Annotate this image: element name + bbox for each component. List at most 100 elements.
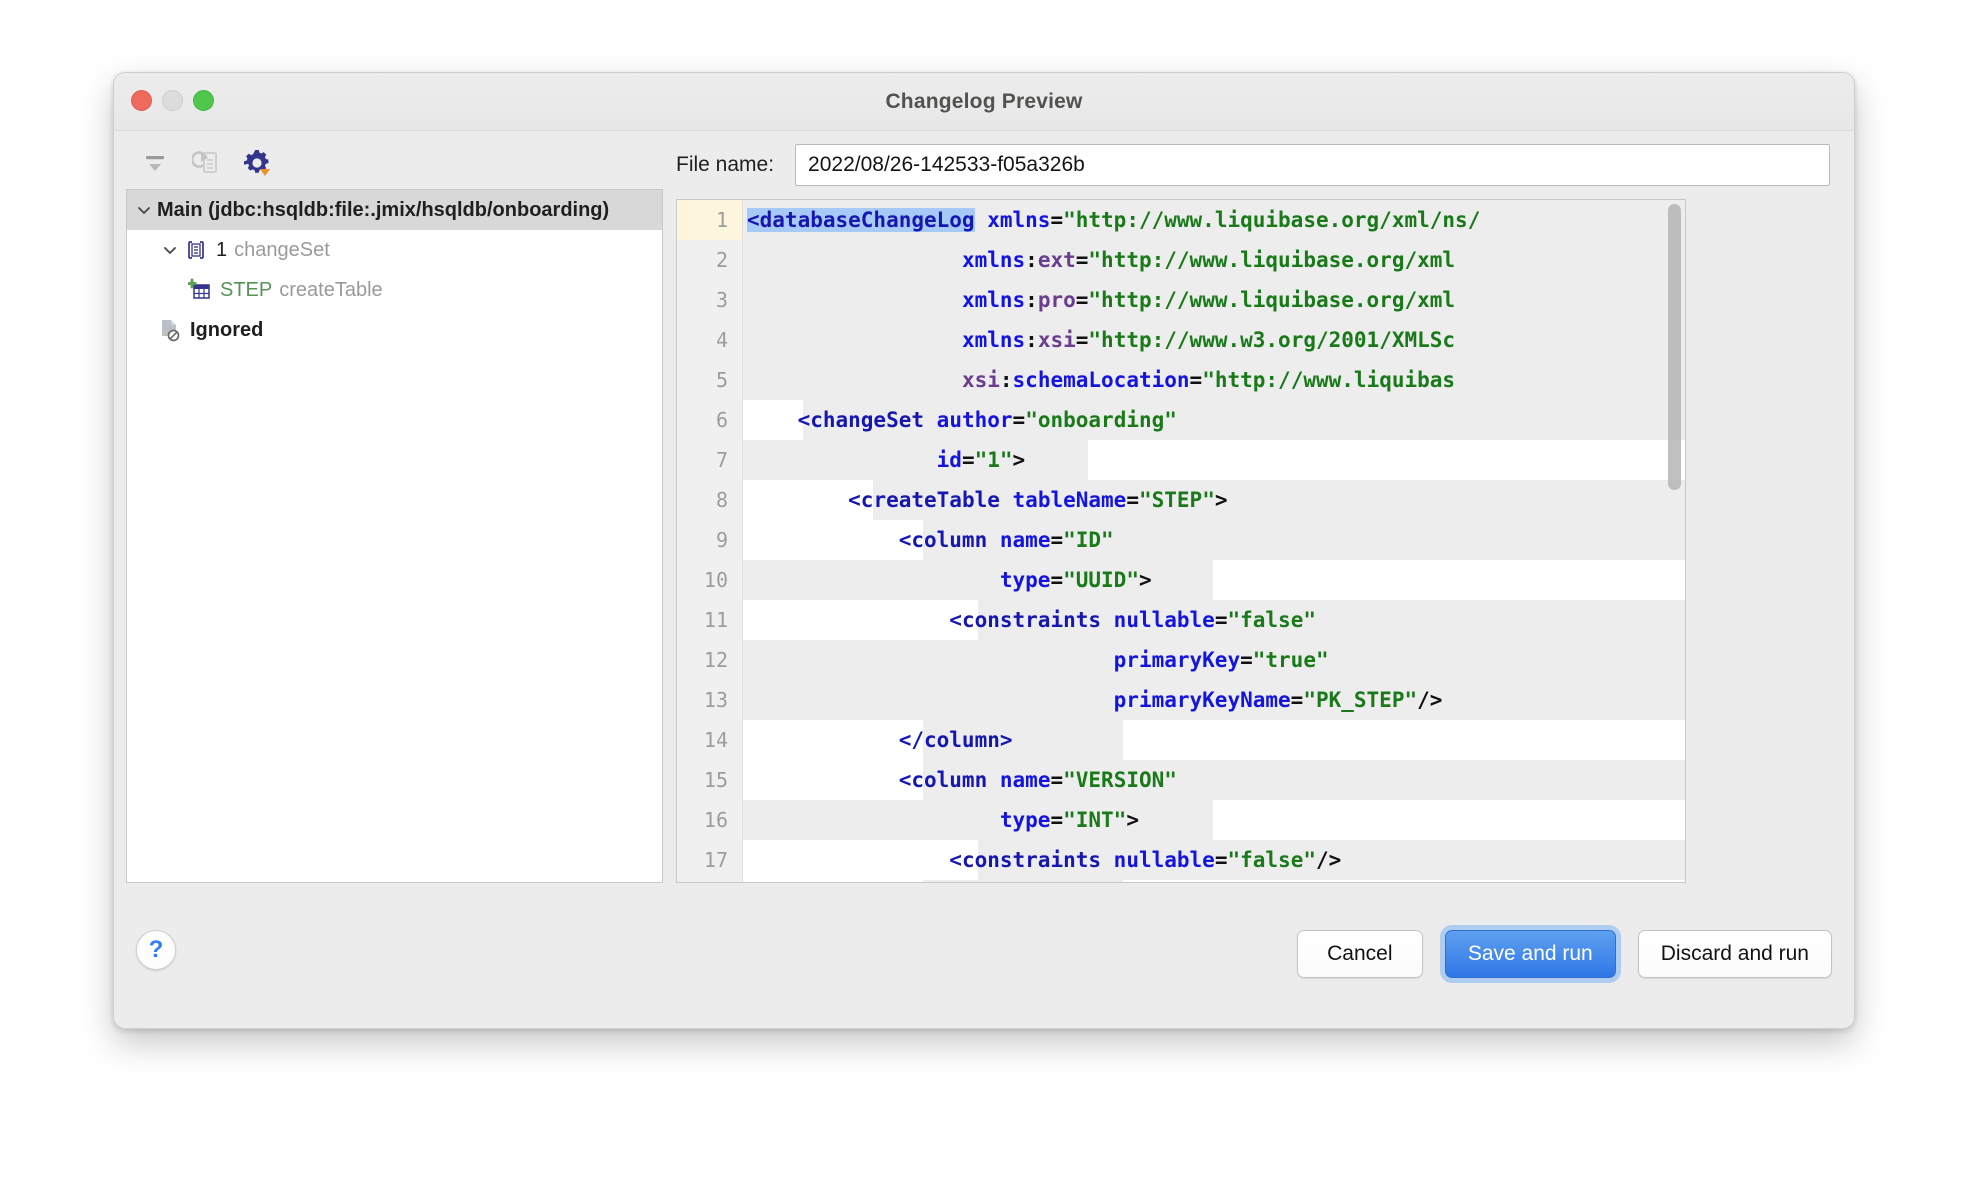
editor-code-line[interactable]: <column name="VERSION"	[743, 760, 1685, 800]
editor-code-line[interactable]: <createTable tableName="STEP">	[743, 480, 1685, 520]
editor-code-line[interactable]: </column>	[743, 880, 1685, 882]
editor-token	[747, 528, 899, 552]
tree-row-ignored-label: Ignored	[190, 319, 263, 342]
editor-token: xsi	[962, 368, 1000, 392]
editor-code-line[interactable]: type="UUID">	[743, 560, 1685, 600]
undo-arrow-icon[interactable]	[1848, 145, 1855, 187]
editor-code-line[interactable]: xmlns:pro="http://www.liquibase.org/xml	[743, 280, 1685, 320]
chevron-down-icon[interactable]	[131, 202, 157, 218]
save-and-run-button[interactable]: Save and run	[1445, 930, 1616, 978]
editor-line-number: 5	[677, 360, 742, 400]
editor-token	[987, 528, 1000, 552]
editor-token: "1"	[975, 448, 1013, 472]
editor-token: =	[1076, 248, 1089, 272]
editor-token	[1000, 488, 1013, 512]
file-name-input[interactable]	[795, 144, 1830, 186]
changeset-label: changeSet	[234, 239, 330, 262]
editor-token: name	[1000, 528, 1051, 552]
editor-code-area[interactable]: <databaseChangeLog xmlns="http://www.liq…	[743, 200, 1685, 882]
editor-token: "STEP"	[1139, 488, 1215, 512]
editor-token: primaryKeyName	[1114, 688, 1291, 712]
editor-line-text: <constraints nullable="false"	[743, 600, 1316, 640]
dialog-footer: ? Cancel Save and run Discard and run	[114, 888, 1854, 1028]
editor-line-text: <createTable tableName="STEP">	[743, 480, 1228, 520]
editor-code-line[interactable]: <changeSet author="onboarding"	[743, 400, 1685, 440]
editor-line-numbers: 123456789101112131415161718	[677, 200, 743, 882]
revert-changes-icon[interactable]	[191, 148, 221, 178]
editor-code-line[interactable]: id="1">	[743, 440, 1685, 480]
changelog-xml-editor[interactable]: 123456789101112131415161718 <databaseCha…	[676, 199, 1686, 883]
editor-token: pro	[1038, 288, 1076, 312]
editor-code-line[interactable]: xsi:schemaLocation="http://www.liquibas	[743, 360, 1685, 400]
editor-code-line[interactable]: type="INT">	[743, 800, 1685, 840]
editor-token: :	[1000, 368, 1013, 392]
editor-token	[747, 848, 949, 872]
file-name-row: File name:	[676, 143, 1830, 187]
help-button[interactable]: ?	[136, 930, 176, 970]
editor-token: primaryKey	[1114, 648, 1240, 672]
editor-token: author	[937, 408, 1013, 432]
changelog-tree[interactable]: Main (jdbc:hsqldb:file:.jmix/hsqldb/onbo…	[126, 189, 663, 883]
editor-code-line[interactable]: <column name="ID"	[743, 520, 1685, 560]
editor-code-line[interactable]: primaryKey="true"	[743, 640, 1685, 680]
editor-token: "false"	[1227, 608, 1316, 632]
editor-line-text: <changeSet author="onboarding"	[743, 400, 1177, 440]
editor-code-line[interactable]: <constraints nullable="false"	[743, 600, 1685, 640]
editor-line-text: xsi:schemaLocation="http://www.liquibas	[743, 360, 1455, 400]
step-table-name: STEP	[220, 279, 272, 302]
editor-token: "PK_STEP"	[1303, 688, 1417, 712]
editor-token: xmlns	[987, 208, 1050, 232]
editor-code-line[interactable]: <constraints nullable="false"/>	[743, 840, 1685, 880]
editor-token: =	[1291, 688, 1304, 712]
editor-token: <constraints	[949, 608, 1101, 632]
tree-row-ignored[interactable]: Ignored	[127, 310, 662, 350]
editor-line-number: 11	[677, 600, 742, 640]
cancel-button[interactable]: Cancel	[1297, 930, 1423, 978]
editor-line-text: xmlns:pro="http://www.liquibase.org/xml	[743, 280, 1455, 320]
editor-token: =	[1076, 328, 1089, 352]
editor-token: "http://www.w3.org/2001/XMLSc	[1088, 328, 1455, 352]
editor-token: :	[1025, 288, 1038, 312]
editor-line-text: xmlns:xsi="http://www.w3.org/2001/XMLSc	[743, 320, 1455, 360]
editor-code-line[interactable]: <databaseChangeLog xmlns="http://www.liq…	[743, 200, 1685, 240]
editor-token: "UUID"	[1063, 568, 1139, 592]
editor-token: type	[1000, 568, 1051, 592]
editor-line-text: type="UUID">	[743, 560, 1152, 600]
editor-code-line[interactable]: xmlns:xsi="http://www.w3.org/2001/XMLSc	[743, 320, 1685, 360]
editor-token	[747, 728, 899, 752]
editor-token: />	[1316, 848, 1341, 872]
collapse-all-icon[interactable]	[140, 148, 170, 178]
editor-token: nullable	[1114, 608, 1215, 632]
editor-line-number: 12	[677, 640, 742, 680]
discard-and-run-button[interactable]: Discard and run	[1638, 930, 1832, 978]
window-titlebar[interactable]: Changelog Preview	[114, 73, 1854, 131]
tree-row-changeset[interactable]: 1 changeSet	[127, 230, 662, 270]
editor-code-line[interactable]: primaryKeyName="PK_STEP"/>	[743, 680, 1685, 720]
editor-vertical-scrollbar[interactable]	[1668, 204, 1681, 490]
editor-line-number: 9	[677, 520, 742, 560]
window-title: Changelog Preview	[114, 90, 1854, 114]
settings-gear-icon[interactable]	[242, 148, 272, 178]
editor-token: >	[1215, 488, 1228, 512]
editor-line-text: </column>	[743, 880, 1013, 882]
editor-token	[747, 568, 1000, 592]
changeset-icon	[183, 238, 209, 262]
tree-row-main[interactable]: Main (jdbc:hsqldb:file:.jmix/hsqldb/onbo…	[127, 190, 662, 230]
editor-token: "VERSION"	[1063, 768, 1177, 792]
editor-token	[747, 808, 1000, 832]
editor-token: name	[1000, 768, 1051, 792]
editor-token: id	[937, 448, 962, 472]
editor-token: =	[1215, 848, 1228, 872]
tree-row-step-createtable[interactable]: STEP createTable	[127, 270, 662, 310]
editor-token	[747, 248, 962, 272]
editor-token	[975, 208, 988, 232]
editor-line-number: 7	[677, 440, 742, 480]
editor-line-text: <column name="VERSION"	[743, 760, 1177, 800]
chevron-down-icon[interactable]	[157, 242, 183, 258]
editor-line-number: 18	[677, 880, 742, 883]
editor-token: "http://www.liquibase.org/xml	[1088, 288, 1455, 312]
editor-code-line[interactable]: </column>	[743, 720, 1685, 760]
editor-token: =	[1126, 488, 1139, 512]
file-name-label: File name:	[676, 153, 774, 177]
editor-code-line[interactable]: xmlns:ext="http://www.liquibase.org/xml	[743, 240, 1685, 280]
